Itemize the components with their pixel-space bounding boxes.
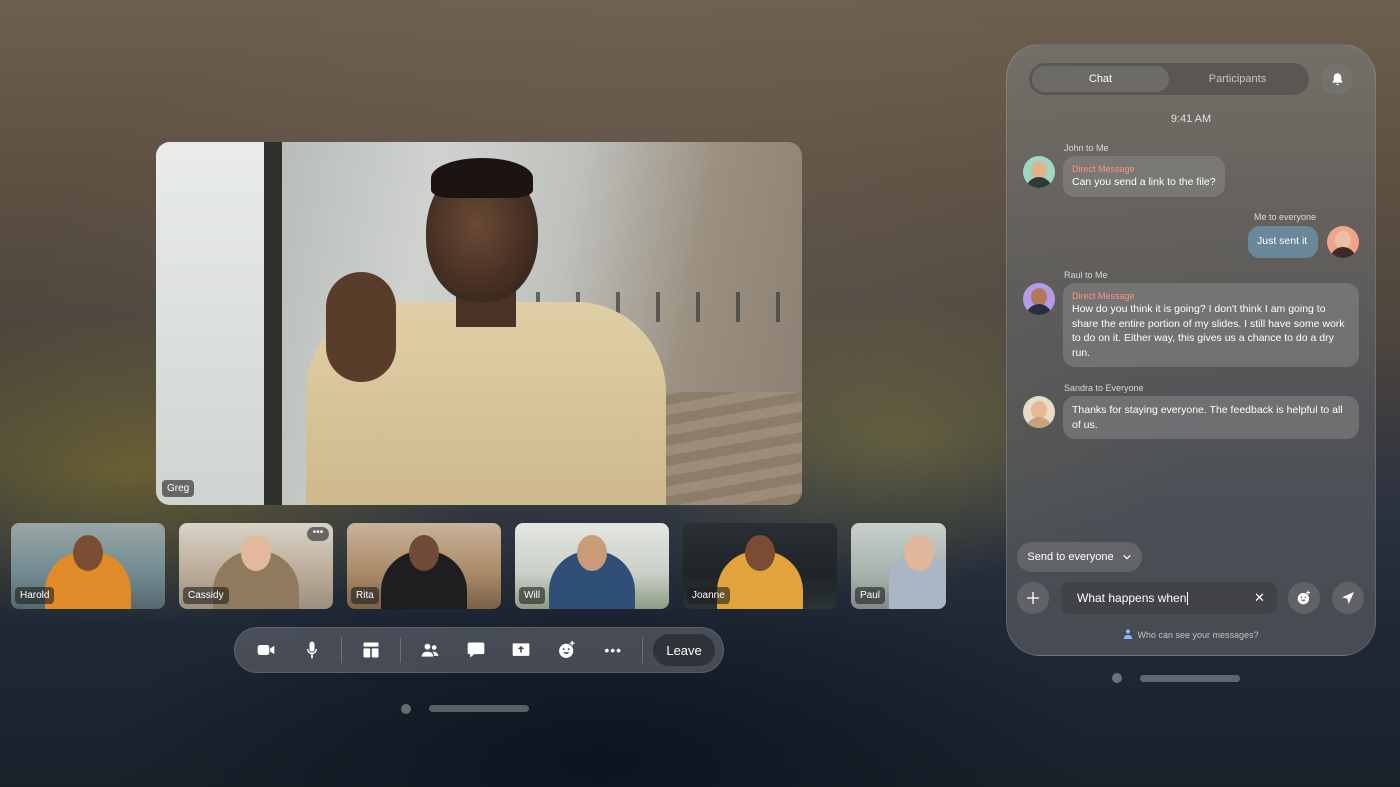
participant-tile-harold[interactable]: Harold xyxy=(11,523,165,609)
message-sender: Raul to Me xyxy=(1064,270,1108,280)
participant-name-tag: Harold xyxy=(15,587,55,604)
panel-tab-switcher: Chat Participants xyxy=(1029,63,1309,95)
avatar-sandra xyxy=(1023,396,1055,428)
leave-button[interactable]: Leave xyxy=(653,634,715,666)
message-text: Can you send a link to the file? xyxy=(1072,176,1216,188)
participant-tile-rita[interactable]: Rita xyxy=(347,523,501,609)
message-text: How do you think it is going? I don't th… xyxy=(1072,303,1345,359)
message-bubble[interactable]: Direct Message How do you think it is go… xyxy=(1063,283,1359,367)
microphone-icon xyxy=(306,641,317,659)
layout-button[interactable] xyxy=(348,630,394,670)
emoji-add-icon xyxy=(559,640,575,658)
control-divider xyxy=(642,637,644,663)
chat-timestamp: 9:41 AM xyxy=(1170,113,1212,125)
camera-button[interactable] xyxy=(243,630,289,670)
participant-tile-paul[interactable]: Paul xyxy=(851,523,946,609)
clear-input-icon[interactable]: ✕ xyxy=(1252,590,1267,605)
participant-name-tag: Joanne xyxy=(687,587,730,604)
participant-tile-cassidy[interactable]: ••• Cassidy xyxy=(179,523,333,609)
my-message-bubble[interactable]: Just sent it xyxy=(1248,226,1318,258)
message-text: Thanks for staying everyone. The feedbac… xyxy=(1072,404,1343,431)
window-grab-bar[interactable] xyxy=(1140,675,1240,682)
message-input-value: What happens when xyxy=(1077,591,1187,605)
tile-more-options-icon[interactable]: ••• xyxy=(307,527,329,541)
reactions-button[interactable] xyxy=(544,630,590,670)
send-to-label: Send to everyone xyxy=(1027,551,1114,563)
speaker-figure xyxy=(306,158,666,505)
main-video-tile[interactable]: Greg xyxy=(156,142,802,505)
participant-name-tag: Will xyxy=(519,587,546,604)
control-divider xyxy=(399,637,401,663)
microphone-button[interactable] xyxy=(289,630,335,670)
send-icon xyxy=(1342,592,1354,604)
grid-layout-icon xyxy=(363,642,379,658)
participants-button[interactable] xyxy=(407,630,453,670)
avatar-raul xyxy=(1023,283,1055,315)
share-screen-icon xyxy=(513,643,530,656)
emoji-add-icon xyxy=(1297,590,1310,605)
add-attachment-button[interactable] xyxy=(1017,582,1049,614)
message-bubble[interactable]: Thanks for staying everyone. The feedbac… xyxy=(1063,396,1359,439)
participant-name-tag: Paul xyxy=(855,587,886,604)
message-sender: Me to everyone xyxy=(1254,212,1317,222)
bell-icon xyxy=(1332,72,1342,85)
call-control-bar: ••• Leave xyxy=(234,627,724,673)
more-options-button[interactable]: ••• xyxy=(590,630,636,670)
participant-name-tag: Cassidy xyxy=(183,587,229,604)
people-info-icon xyxy=(1124,629,1133,639)
message-bubble[interactable]: Direct Message Can you send a link to th… xyxy=(1063,156,1225,197)
message-input[interactable]: What happens when ✕ xyxy=(1061,582,1277,614)
speaker-name-tag: Greg xyxy=(162,480,195,497)
video-window-backdrop xyxy=(156,142,266,505)
tab-participants[interactable]: Participants xyxy=(1169,66,1306,92)
plus-icon xyxy=(1027,592,1039,604)
participant-tile-joanne[interactable]: Joanne xyxy=(683,523,837,609)
message-sender: John to Me xyxy=(1064,143,1109,153)
avatar-me xyxy=(1327,226,1359,258)
notifications-button[interactable] xyxy=(1321,63,1353,95)
message-text: Just sent it xyxy=(1257,235,1308,247)
message-visibility-link[interactable]: Who can see your messages? xyxy=(1007,629,1375,640)
people-icon xyxy=(421,643,438,657)
avatar-john xyxy=(1023,156,1055,188)
more-dots-icon: ••• xyxy=(604,642,623,658)
page-indicator-dot xyxy=(401,704,411,714)
control-divider xyxy=(340,637,342,663)
emoji-button[interactable] xyxy=(1288,582,1320,614)
chevron-down-icon xyxy=(1122,554,1131,560)
window-grab-bar[interactable] xyxy=(429,705,529,712)
direct-message-label: Direct Message xyxy=(1072,164,1135,174)
participant-tile-will[interactable]: Will xyxy=(515,523,669,609)
chat-button[interactable] xyxy=(453,630,499,670)
participant-name-tag: Rita xyxy=(351,587,379,604)
chat-panel: Chat Participants 9:41 AM John to Me Dir… xyxy=(1006,44,1376,656)
video-camera-icon xyxy=(257,645,275,655)
tab-chat[interactable]: Chat xyxy=(1032,66,1169,92)
send-to-dropdown[interactable]: Send to everyone xyxy=(1017,542,1142,572)
share-screen-button[interactable] xyxy=(498,630,544,670)
message-sender: Sandra to Everyone xyxy=(1064,383,1144,393)
chat-bubble-icon xyxy=(467,642,484,658)
video-window-frame xyxy=(264,142,282,505)
who-can-see-label: Who can see your messages? xyxy=(1137,630,1259,640)
page-indicator-dot xyxy=(1112,673,1122,683)
direct-message-label: Direct Message xyxy=(1072,291,1135,301)
text-caret xyxy=(1187,591,1189,605)
send-button[interactable] xyxy=(1332,582,1364,614)
